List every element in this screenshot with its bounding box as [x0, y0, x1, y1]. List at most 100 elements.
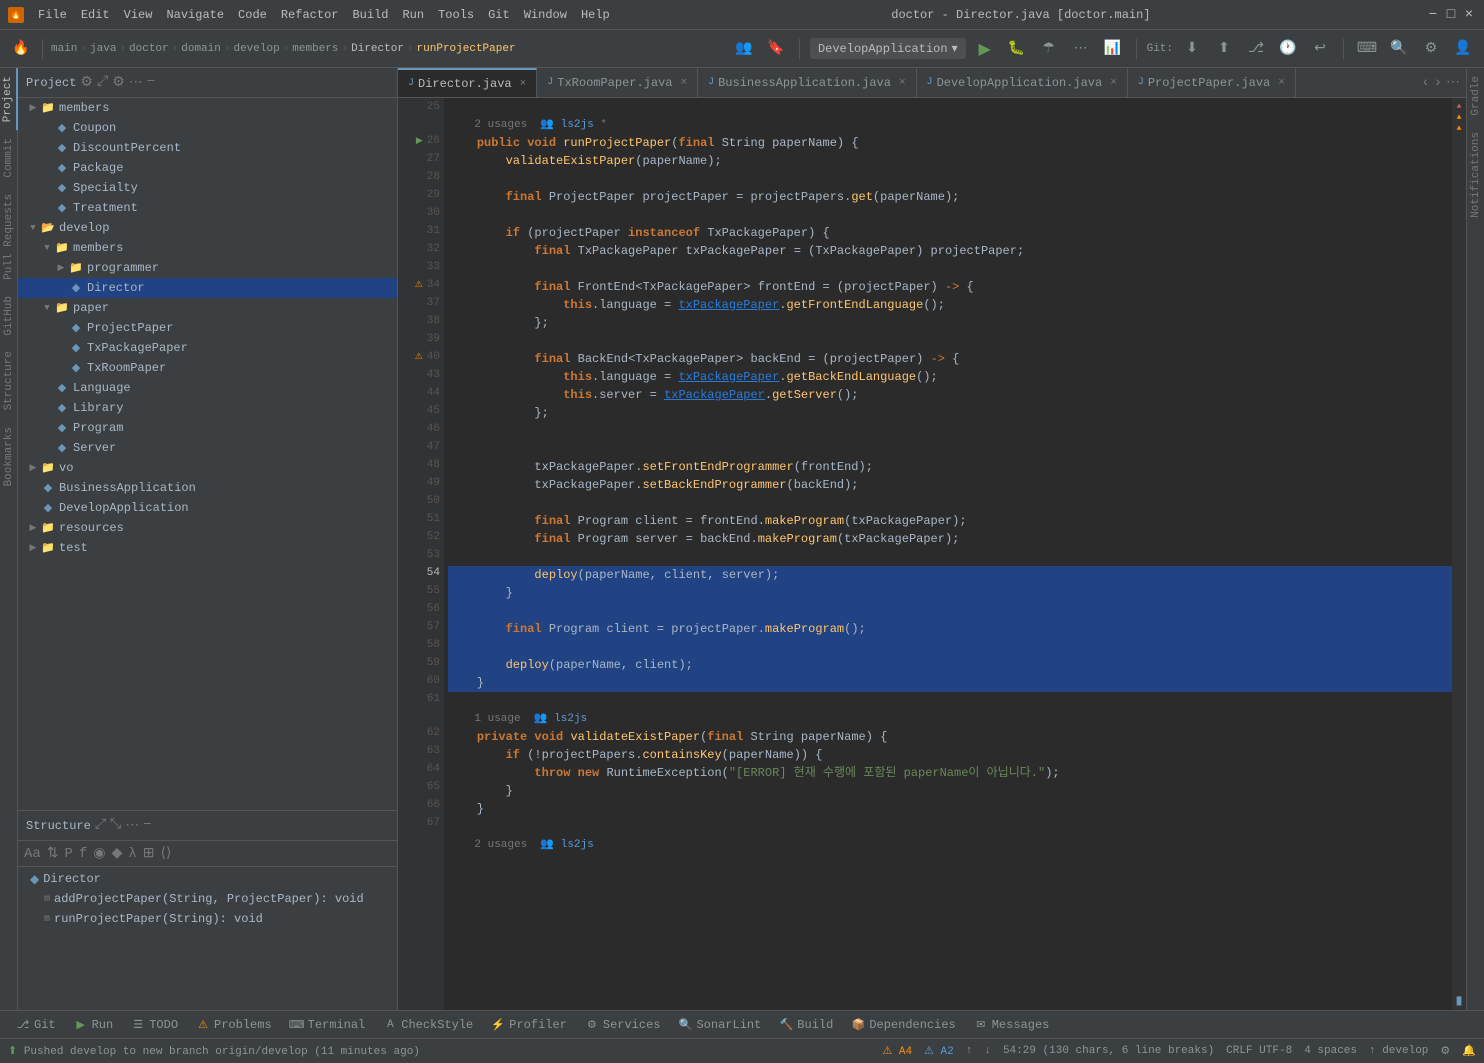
struct-filter-angle[interactable]: ⟨⟩	[159, 845, 174, 862]
tab-close-da[interactable]: ×	[1110, 77, 1117, 89]
breadcrumb-members[interactable]: members	[292, 43, 338, 55]
settings-button[interactable]: ⚙	[1418, 36, 1444, 62]
status-settings-icon[interactable]: ⚙	[1440, 1044, 1450, 1058]
menu-build[interactable]: Build	[346, 6, 394, 24]
tree-item-resources[interactable]: ▶ 📁 resources	[18, 518, 397, 538]
toolbar-bookmark-icon[interactable]: 🔖	[763, 36, 789, 62]
project-close-icon[interactable]: −	[147, 74, 155, 91]
git-rollback-button[interactable]: ↩	[1307, 36, 1333, 62]
maximize-button[interactable]: □	[1444, 8, 1458, 22]
git-history-button[interactable]: 🕐	[1275, 36, 1301, 62]
git-push-button[interactable]: ⬆	[1211, 36, 1237, 62]
account-button[interactable]: 👤	[1450, 36, 1476, 62]
menu-edit[interactable]: Edit	[75, 6, 116, 24]
breadcrumb-doctor[interactable]: doctor	[129, 43, 169, 55]
tree-item-members-top[interactable]: ▶ 📁 members	[18, 98, 397, 118]
menu-run[interactable]: Run	[396, 6, 430, 24]
struct-filter-lambda[interactable]: λ	[126, 846, 138, 862]
tree-item-projectpaper[interactable]: ◆ ProjectPaper	[18, 318, 397, 338]
tree-item-library[interactable]: ◆ Library	[18, 398, 397, 418]
project-gear-icon[interactable]: ⚙	[112, 74, 125, 91]
tree-item-treatment[interactable]: ◆ Treatment	[18, 198, 397, 218]
tree-item-discountpercent[interactable]: ◆ DiscountPercent	[18, 138, 397, 158]
breadcrumb-develop[interactable]: develop	[233, 43, 279, 55]
struct-item-add[interactable]: m addProjectPaper(String, ProjectPaper):…	[18, 889, 397, 909]
structure-options-icon[interactable]: ⋯	[125, 817, 139, 834]
struct-filter-diamond[interactable]: ◆	[110, 845, 125, 862]
menu-code[interactable]: Code	[232, 6, 273, 24]
window-controls[interactable]: − □ ×	[1426, 8, 1476, 22]
menu-bar[interactable]: File Edit View Navigate Code Refactor Bu…	[32, 6, 616, 24]
tree-item-package[interactable]: ◆ Package	[18, 158, 397, 178]
tab-nav-left[interactable]: ‹	[1421, 75, 1429, 91]
tab-close-pp2[interactable]: ×	[1278, 77, 1285, 89]
tab-developapp-java[interactable]: J DevelopApplication.java ×	[917, 68, 1128, 97]
tab-structure-side[interactable]: Structure	[1, 343, 17, 418]
menu-window[interactable]: Window	[518, 6, 573, 24]
more-run-button[interactable]: ⋯	[1068, 36, 1094, 62]
git-update-button[interactable]: ⬇	[1179, 36, 1205, 62]
project-options-icon[interactable]: ⋯	[129, 74, 143, 91]
tree-item-language[interactable]: ◆ Language	[18, 378, 397, 398]
tab-close-ba[interactable]: ×	[899, 77, 906, 89]
tab-github[interactable]: GitHub	[1, 288, 17, 344]
menu-tools[interactable]: Tools	[432, 6, 480, 24]
tree-item-program[interactable]: ◆ Program	[18, 418, 397, 438]
struct-filter-public[interactable]: P	[63, 846, 75, 862]
tab-bookmarks[interactable]: Bookmarks	[1, 419, 17, 494]
structure-close-icon[interactable]: −	[143, 817, 151, 834]
git-branches-button[interactable]: ⎇	[1243, 36, 1269, 62]
run-button[interactable]: ▶	[972, 36, 998, 62]
run-config-dropdown[interactable]: DevelopApplication ▾	[810, 38, 966, 59]
code-content[interactable]: 2 usages 👥 ls2js * public void runProjec…	[444, 98, 1452, 1010]
tree-item-develop[interactable]: ▼ 📂 develop	[18, 218, 397, 238]
profile-button[interactable]: 📊	[1100, 36, 1126, 62]
breadcrumb-method[interactable]: runProjectPaper	[417, 43, 516, 55]
struct-sort-alpha[interactable]: Aa	[22, 846, 43, 862]
tab-director-java[interactable]: J Director.java ×	[398, 68, 537, 97]
tab-close-txroom[interactable]: ×	[680, 77, 687, 89]
tree-item-director[interactable]: ◆ Director	[18, 278, 397, 298]
breadcrumb-main[interactable]: main	[51, 43, 77, 55]
right-tab-notifications[interactable]: Notifications	[1468, 124, 1484, 226]
project-expand-icon[interactable]: ⤢	[97, 74, 108, 91]
breadcrumb-java[interactable]: java	[90, 43, 116, 55]
debug-button[interactable]: 🐛	[1004, 36, 1030, 62]
project-sync-icon[interactable]: ⚙	[80, 74, 93, 91]
right-tab-gradle[interactable]: Gradle	[1468, 68, 1484, 124]
tree-item-developapp[interactable]: ◆ DevelopApplication	[18, 498, 397, 518]
tree-item-develop-members[interactable]: ▼ 📁 members	[18, 238, 397, 258]
scroll-thumb[interactable]: █	[1457, 997, 1462, 1006]
tab-pull-requests[interactable]: Pull Requests	[1, 186, 17, 288]
menu-navigate[interactable]: Navigate	[160, 6, 230, 24]
tab-nav-right[interactable]: ›	[1434, 75, 1442, 91]
tree-item-server[interactable]: ◆ Server	[18, 438, 397, 458]
tab-close-director[interactable]: ×	[520, 78, 527, 90]
struct-root-director[interactable]: ◆ Director	[18, 869, 397, 889]
tree-item-coupon[interactable]: ◆ Coupon	[18, 118, 397, 138]
tree-item-vo[interactable]: ▶ 📁 vo	[18, 458, 397, 478]
tree-item-test[interactable]: ▶ 📁 test	[18, 538, 397, 558]
breadcrumb-director[interactable]: Director	[351, 43, 404, 55]
tree-item-programmer[interactable]: ▶ 📁 programmer	[18, 258, 397, 278]
struct-filter-empty[interactable]: ◉	[91, 845, 107, 862]
struct-filter-grid[interactable]: ⊞	[141, 845, 157, 862]
status-bell-icon[interactable]: 🔔	[1462, 1044, 1476, 1058]
toolbar-people-icon[interactable]: 👥	[731, 36, 757, 62]
tab-nav-more[interactable]: ⋯	[1446, 74, 1460, 91]
minimize-button[interactable]: −	[1426, 8, 1440, 22]
search-button[interactable]: 🔍	[1386, 36, 1412, 62]
struct-item-run[interactable]: m runProjectPaper(String): void	[18, 909, 397, 929]
menu-git[interactable]: Git	[482, 6, 516, 24]
tree-item-txroompaper[interactable]: ◆ TxRoomPaper	[18, 358, 397, 378]
tab-businessapp-java[interactable]: J BusinessApplication.java ×	[698, 68, 916, 97]
close-button[interactable]: ×	[1462, 8, 1476, 22]
menu-help[interactable]: Help	[575, 6, 616, 24]
tab-projectpaper-java[interactable]: J ProjectPaper.java ×	[1128, 68, 1296, 97]
tree-item-businessapp[interactable]: ◆ BusinessApplication	[18, 478, 397, 498]
tab-txroompaper-java[interactable]: J TxRoomPaper.java ×	[537, 68, 698, 97]
tree-item-paper[interactable]: ▼ 📁 paper	[18, 298, 397, 318]
coverage-button[interactable]: ☂	[1036, 36, 1062, 62]
tab-commit[interactable]: Commit	[1, 130, 17, 186]
tab-project[interactable]: Project	[0, 68, 18, 130]
